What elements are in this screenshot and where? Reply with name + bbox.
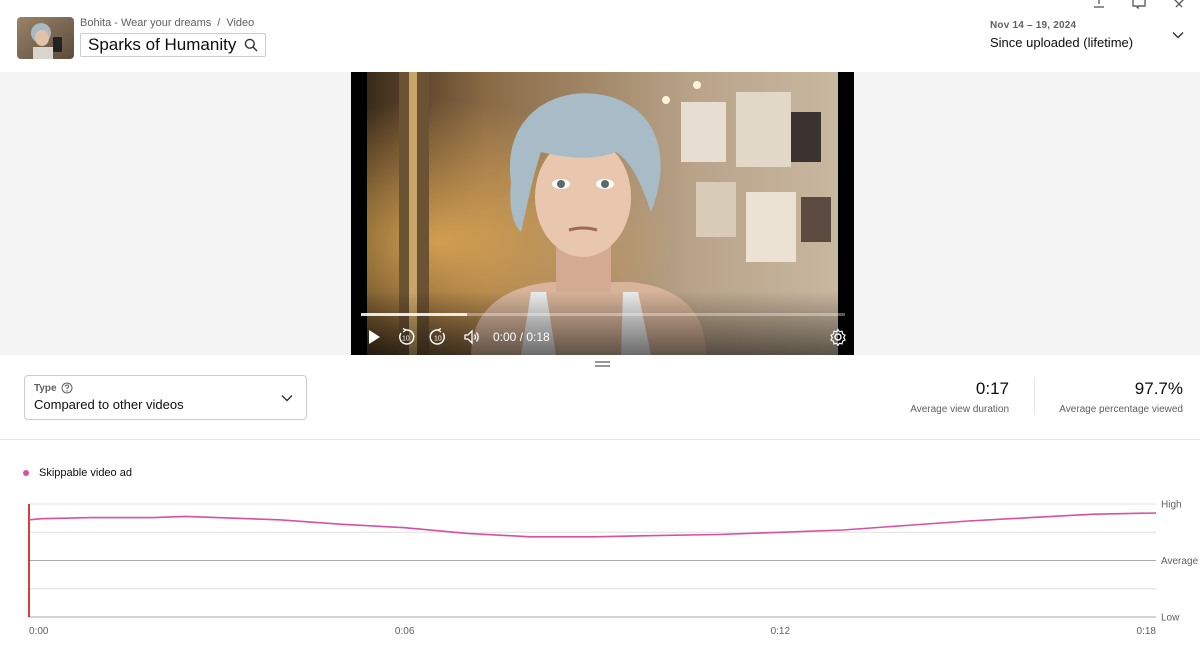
- resize-handle-icon[interactable]: [595, 360, 610, 368]
- metric-divider: [1034, 378, 1035, 414]
- video-title: Sparks of Humanity: [88, 35, 237, 54]
- search-icon[interactable]: [244, 38, 258, 52]
- retention-chart: High Average Low 0:00 0:06 0:12 0:18: [28, 500, 1199, 637]
- x-tick-label: 0:18: [1137, 626, 1157, 637]
- video-area: 10 10 0:00 / 0:18: [0, 72, 1200, 355]
- type-value: Compared to other videos: [34, 397, 184, 412]
- breadcrumb: Bohita - Wear your dreams / Video: [80, 17, 254, 29]
- x-tick-label: 0:00: [29, 626, 49, 637]
- forward-10-icon[interactable]: 10: [429, 328, 447, 346]
- y-tick-label: Average: [1161, 556, 1199, 567]
- metric-label: Average view duration: [910, 404, 1009, 415]
- help-icon[interactable]: [61, 382, 73, 394]
- date-range: Nov 14 – 19, 2024: [990, 20, 1077, 31]
- progress-bar[interactable]: [361, 313, 845, 316]
- legend-color-dot: [23, 470, 29, 476]
- metric-value: 0:17: [975, 379, 1009, 398]
- x-tick-label: 0:12: [771, 626, 791, 637]
- header: Bohita - Wear your dreams / Video Sparks…: [0, 0, 1200, 72]
- window-actions: [1092, 0, 1186, 10]
- chevron-down-icon: [281, 395, 293, 402]
- time-display: 0:00 / 0:18: [493, 330, 550, 344]
- close-icon[interactable]: [1172, 0, 1186, 8]
- video-player[interactable]: 10 10 0:00 / 0:18: [351, 72, 854, 355]
- metric-average-percentage-viewed: 97.7% Average percentage viewed: [1040, 379, 1183, 415]
- breadcrumb-separator: /: [217, 17, 221, 29]
- type-label: Type: [34, 382, 57, 394]
- metric-average-view-duration: 0:17 Average view duration: [900, 379, 1009, 415]
- player-controls: 10 10 0:00 / 0:18: [351, 291, 854, 355]
- video-title-selector[interactable]: Sparks of Humanity: [80, 33, 267, 57]
- x-tick-label: 0:06: [395, 626, 415, 637]
- metric-value: 97.7%: [1134, 379, 1183, 398]
- y-tick-label: Low: [1161, 613, 1180, 624]
- settings-gear-icon[interactable]: [829, 328, 847, 346]
- y-tick-label: High: [1161, 500, 1182, 511]
- type-dropdown[interactable]: Type Compared to other videos: [24, 375, 307, 420]
- period-label: Since uploaded (lifetime): [990, 35, 1134, 50]
- breadcrumb-channel[interactable]: Bohita - Wear your dreams: [80, 17, 211, 29]
- breadcrumb-section[interactable]: Video: [226, 17, 254, 29]
- play-icon[interactable]: [365, 328, 383, 346]
- chart-legend: Skippable video ad: [23, 467, 132, 479]
- chevron-down-icon[interactable]: [1172, 31, 1184, 39]
- svg-text:10: 10: [434, 336, 442, 343]
- video-thumbnail[interactable]: [17, 17, 74, 59]
- download-icon[interactable]: [1092, 0, 1106, 8]
- date-range-picker[interactable]: Nov 14 – 19, 2024 Since uploaded (lifeti…: [990, 20, 1133, 50]
- section-divider: [0, 439, 1200, 440]
- svg-text:10: 10: [402, 336, 410, 343]
- type-label-row: Type: [34, 382, 73, 394]
- volume-icon[interactable]: [463, 328, 481, 346]
- feedback-icon[interactable]: [1132, 0, 1146, 10]
- metric-label: Average percentage viewed: [1059, 404, 1183, 415]
- progress-fill: [361, 313, 468, 316]
- rewind-10-icon[interactable]: 10: [397, 328, 415, 346]
- legend-series-label: Skippable video ad: [39, 467, 132, 479]
- series-line: [28, 512, 1157, 538]
